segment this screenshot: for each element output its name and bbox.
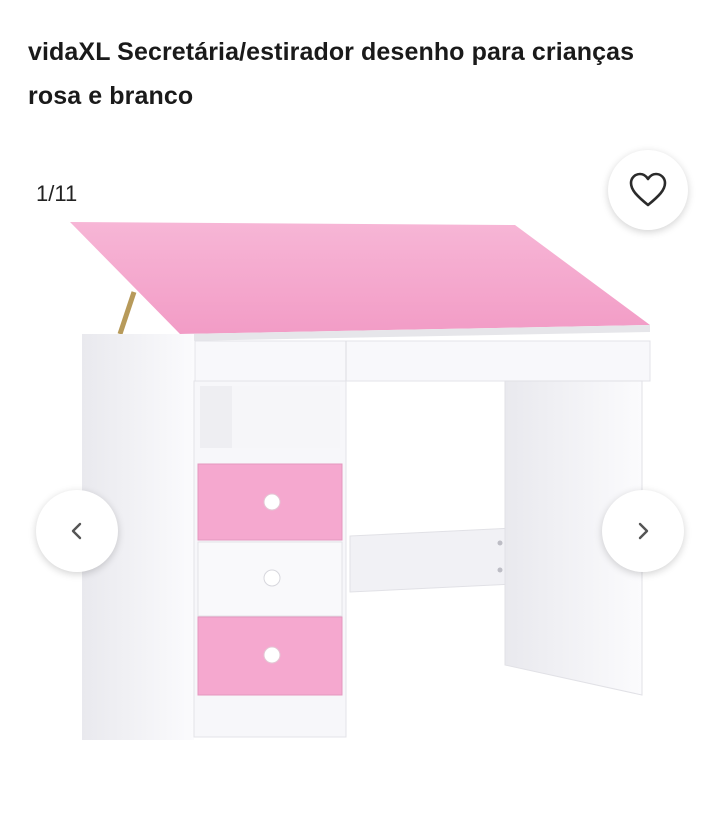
favorite-button[interactable] xyxy=(608,150,688,230)
product-image[interactable] xyxy=(0,140,720,814)
previous-image-button[interactable] xyxy=(36,490,118,572)
chevron-left-icon xyxy=(71,522,82,540)
image-counter: 1/11 xyxy=(36,181,78,206)
chevron-right-icon xyxy=(638,522,649,540)
product-title: vidaXL Secretária/estirador desenho para… xyxy=(28,38,635,110)
next-image-button[interactable] xyxy=(602,490,684,572)
heart-outline-icon xyxy=(629,172,667,207)
